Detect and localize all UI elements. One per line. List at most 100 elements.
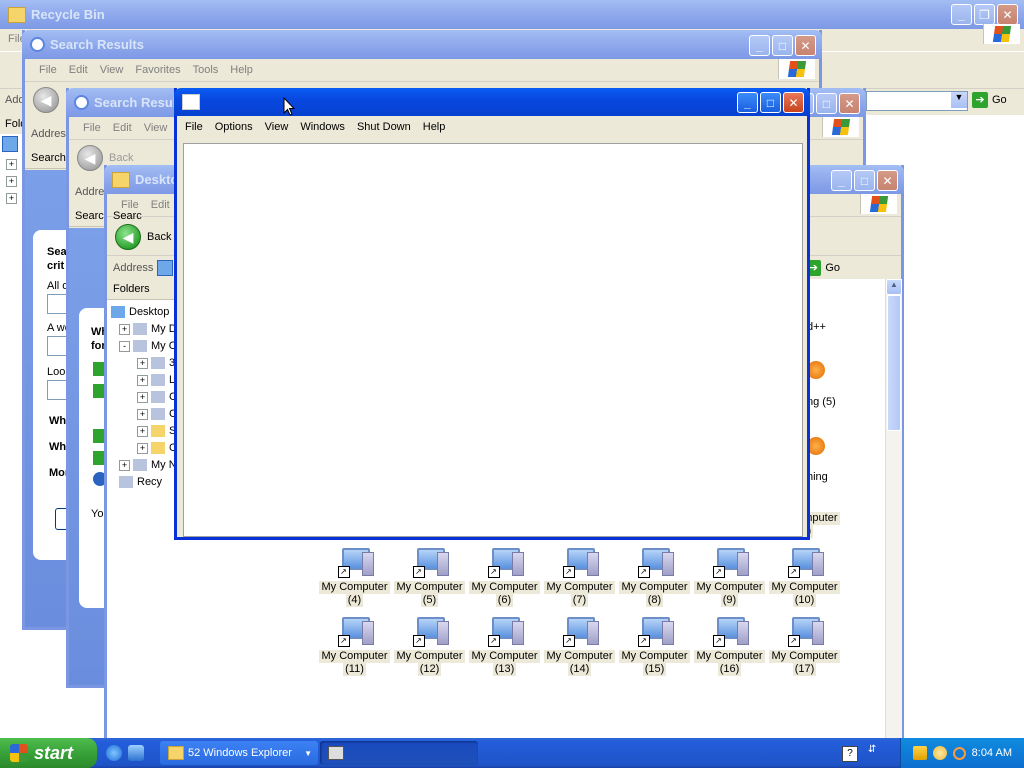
recycle-go-button[interactable]: ➔ Go [972, 92, 1007, 108]
desktop-shortcut[interactable]: ↗ My Computer (17) [767, 615, 842, 676]
back-label[interactable]: Back [147, 231, 171, 243]
tree-item[interactable]: + My N [111, 457, 177, 474]
maximize-button[interactable]: □ [854, 170, 875, 191]
tree-item[interactable]: + C [111, 389, 177, 406]
scroll-up-button[interactable]: ▲ [886, 279, 902, 295]
desktop-shortcut[interactable]: ↗ My Computer (11) [317, 615, 392, 676]
menu-edit[interactable]: Edit [145, 199, 176, 211]
task-manager-titlebar[interactable]: _ □ ✕ [174, 88, 810, 116]
tree-item[interactable]: + L [111, 372, 177, 389]
menu-file[interactable]: File [77, 122, 107, 134]
desktop-shortcut[interactable]: ↗ My Computer (13) [467, 615, 542, 676]
security-shield-icon[interactable] [912, 746, 927, 760]
close-button[interactable]: ✕ [877, 170, 898, 191]
tree-item[interactable]: + C [111, 406, 177, 423]
chevron-down-icon[interactable]: ▼ [951, 92, 967, 108]
maximize-button[interactable]: □ [772, 35, 793, 56]
windows-logo [860, 194, 897, 214]
desktop-shortcut[interactable]: ↗ My Computer (4) [317, 546, 392, 607]
close-button[interactable]: ✕ [783, 92, 804, 113]
tree-expand-icon[interactable]: + [137, 374, 148, 386]
internet-explorer-icon[interactable] [106, 745, 122, 761]
tree-expand-icon[interactable]: + [137, 442, 148, 454]
minimize-button[interactable]: _ [749, 35, 770, 56]
tree-expand-icon[interactable]: + [119, 323, 130, 335]
tree-collapse-icon[interactable]: - [119, 340, 130, 352]
vertical-scrollbar[interactable]: ▲ [885, 279, 902, 742]
desktop-shortcut[interactable]: ↗ My Computer (5) [392, 546, 467, 607]
tree-expand-icon[interactable]: + [6, 158, 17, 170]
taskbar-group-windows-explorer[interactable]: 52 Windows Explorer ▼ [160, 741, 318, 765]
desktop-shortcut[interactable]: ↗ My Computer (15) [617, 615, 692, 676]
back-button[interactable]: ◀ [77, 145, 103, 171]
tree-expand-icon[interactable]: + [137, 357, 148, 369]
back-button[interactable]: ◀ [33, 87, 59, 113]
desktop-shortcut[interactable]: ↗ My Computer (6) [467, 546, 542, 607]
menu-help[interactable]: Help [417, 121, 452, 133]
desktop-shortcut[interactable]: ↗ My Computer (14) [542, 615, 617, 676]
desktop-shortcut[interactable]: ↗ My Computer (9) [692, 546, 767, 607]
chevron-up-icon[interactable]: ⇵ [868, 744, 880, 760]
tree-expand-icon[interactable]: + [137, 408, 148, 420]
shortcut-label: My Computer [469, 581, 540, 594]
menu-view[interactable]: View [94, 64, 130, 76]
search1-titlebar[interactable]: Search Results _ □ ✕ [22, 30, 822, 59]
tree-item[interactable]: Recy [111, 474, 177, 491]
minimize-button[interactable]: _ [831, 170, 852, 191]
tree-item[interactable]: Desktop [111, 304, 177, 321]
maximize-button[interactable]: □ [816, 93, 837, 114]
network-icon[interactable] [932, 746, 947, 760]
tree-expand-icon[interactable]: + [6, 175, 17, 187]
menu-tools[interactable]: Tools [187, 64, 225, 76]
menu-view[interactable]: View [259, 121, 295, 133]
menu-edit[interactable]: Edit [107, 122, 138, 134]
clock[interactable]: 8:04 AM [972, 747, 1012, 759]
menu-file[interactable]: File [33, 64, 63, 76]
help-icon[interactable]: ? [842, 746, 858, 762]
menu-edit[interactable]: Edit [63, 64, 94, 76]
maximize-button[interactable]: ❐ [974, 4, 995, 25]
menu-favorites[interactable]: Favorites [129, 64, 186, 76]
menu-shut-down[interactable]: Shut Down [351, 121, 417, 133]
shortcut-label-line2: (7) [570, 594, 589, 607]
menu-view[interactable]: View [138, 122, 174, 134]
desktop-shortcut[interactable]: ↗ My Computer (12) [392, 615, 467, 676]
my-computer-icon: ↗ [487, 546, 524, 578]
menu-options[interactable]: Options [209, 121, 259, 133]
maximize-button[interactable]: □ [760, 92, 781, 113]
desktop-shortcut[interactable]: ↗ My Computer (8) [617, 546, 692, 607]
close-button[interactable]: ✕ [839, 93, 860, 114]
menu-file[interactable]: File [179, 121, 209, 133]
menu-windows[interactable]: Windows [294, 121, 351, 133]
search-icon[interactable] [952, 746, 966, 760]
tree-expand-icon[interactable]: + [137, 425, 148, 437]
show-desktop-icon[interactable] [128, 745, 144, 761]
go-button[interactable]: ➔ Go [805, 259, 840, 276]
scroll-thumb[interactable] [887, 295, 901, 431]
close-button[interactable]: ✕ [997, 4, 1018, 25]
back-label[interactable]: Back [109, 152, 133, 164]
tree-item[interactable]: + C [111, 440, 177, 457]
desktop-shortcut[interactable]: ↗ My Computer (16) [692, 615, 767, 676]
desktop-shortcut[interactable]: ↗ My Computer (10) [767, 546, 842, 607]
recycle-address-input[interactable]: ▼ [866, 91, 968, 111]
start-button[interactable]: start [0, 738, 97, 768]
menu-help[interactable]: Help [224, 64, 259, 76]
taskbar-task-manager-button[interactable] [320, 741, 478, 765]
back-button[interactable]: ◀ [115, 224, 141, 250]
tree-expand-icon[interactable]: + [6, 192, 17, 204]
desktop-shortcut[interactable]: ↗ My Computer (7) [542, 546, 617, 607]
tree-item[interactable]: - My C [111, 338, 177, 355]
minimize-button[interactable]: _ [951, 4, 972, 25]
tree-item[interactable]: +3 [111, 355, 177, 372]
tree-item[interactable]: + My D [111, 321, 177, 338]
minimize-button[interactable]: _ [737, 92, 758, 113]
my-computer-icon: ↗ [562, 546, 599, 578]
close-button[interactable]: ✕ [795, 35, 816, 56]
recycle-bin-titlebar[interactable]: Recycle Bin _ ❐ ✕ [0, 0, 1024, 29]
tree-item[interactable]: + S [111, 423, 177, 440]
tree-expand-icon[interactable]: + [119, 459, 130, 471]
tree-expand-icon[interactable]: + [137, 391, 148, 403]
taskbar: start 52 Windows Explorer ▼ ? ⇵ 8:04 AM [0, 738, 1024, 768]
task-manager-window[interactable]: _ □ ✕ File Options View Windows Shut Dow… [174, 88, 810, 540]
